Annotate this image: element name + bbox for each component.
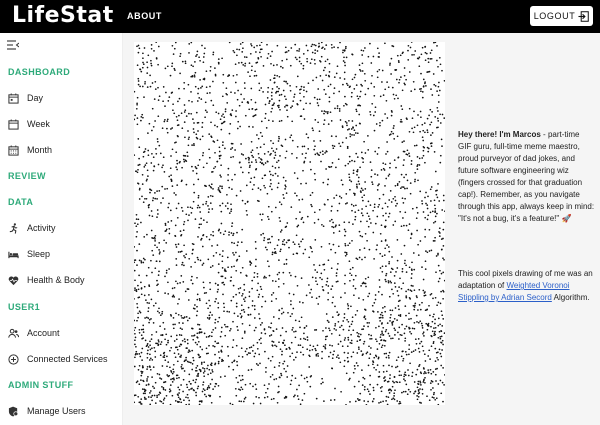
sidebar-item-label: Account — [27, 328, 60, 338]
sidebar-item-label: Activity — [27, 223, 56, 233]
sidebar-item-month[interactable]: Month — [7, 142, 52, 158]
main-content: Hey there! I'm Marcos - part-time GIF gu… — [123, 33, 600, 425]
sidebar: DASHBOARD Day Week Month REVIEW DATA Act… — [0, 33, 123, 425]
admin-shield-icon — [7, 405, 19, 417]
section-review[interactable]: REVIEW — [8, 171, 46, 181]
running-person-icon — [7, 222, 19, 234]
sidebar-item-label: Week — [27, 119, 50, 129]
section-dashboard: DASHBOARD — [8, 67, 71, 77]
credit-suffix: Algorithm. — [551, 293, 590, 302]
menu-collapse-icon[interactable] — [7, 40, 19, 50]
logout-label: LOGOUT — [533, 11, 576, 21]
about-intro: Hey there! I'm Marcos - part-time GIF gu… — [458, 129, 595, 225]
bed-icon — [7, 248, 19, 260]
sidebar-item-label: Sleep — [27, 249, 51, 259]
sidebar-item-account[interactable]: Account — [7, 325, 60, 341]
drawing-credit: This cool pixels drawing of me was an ad… — [458, 268, 595, 304]
sidebar-item-label: Month — [27, 145, 53, 155]
sidebar-item-connected-services[interactable]: Connected Services — [7, 351, 108, 367]
sidebar-item-activity[interactable]: Activity — [7, 220, 56, 236]
sidebar-item-health-body[interactable]: Health & Body — [7, 272, 85, 288]
section-admin: ADMIN STUFF — [8, 380, 74, 390]
sidebar-item-label: Manage Users — [27, 406, 86, 416]
section-data: DATA — [8, 197, 34, 207]
sidebar-item-label: Day — [27, 93, 44, 103]
calendar-icon — [7, 118, 19, 130]
sidebar-item-manage-users[interactable]: Manage Users — [7, 403, 86, 419]
sidebar-item-week[interactable]: Week — [7, 116, 50, 132]
logout-button[interactable]: LOGOUT — [530, 6, 593, 26]
heart-icon — [7, 274, 19, 286]
stippled-portrait-image — [134, 42, 445, 405]
sidebar-item-day[interactable]: Day — [7, 90, 43, 106]
intro-heading: Hey there! I'm Marcos — [458, 130, 541, 139]
sidebar-item-label: Health & Body — [27, 275, 85, 285]
section-user: USER1 — [8, 302, 41, 312]
app-logo[interactable]: LifeStat — [12, 2, 114, 30]
top-navbar: LifeStat ABOUT LOGOUT — [0, 0, 600, 33]
account-group-icon — [7, 327, 19, 339]
sidebar-item-sleep[interactable]: Sleep — [7, 246, 50, 262]
calendar-grid-icon — [7, 144, 19, 156]
intro-text: - part-time GIF guru, full-time meme mae… — [458, 130, 595, 223]
logout-arrow-icon — [578, 10, 590, 22]
about-link[interactable]: ABOUT — [127, 11, 162, 21]
add-circle-icon — [7, 353, 19, 365]
sidebar-item-label: Connected Services — [27, 354, 108, 364]
calendar-icon — [7, 92, 19, 104]
